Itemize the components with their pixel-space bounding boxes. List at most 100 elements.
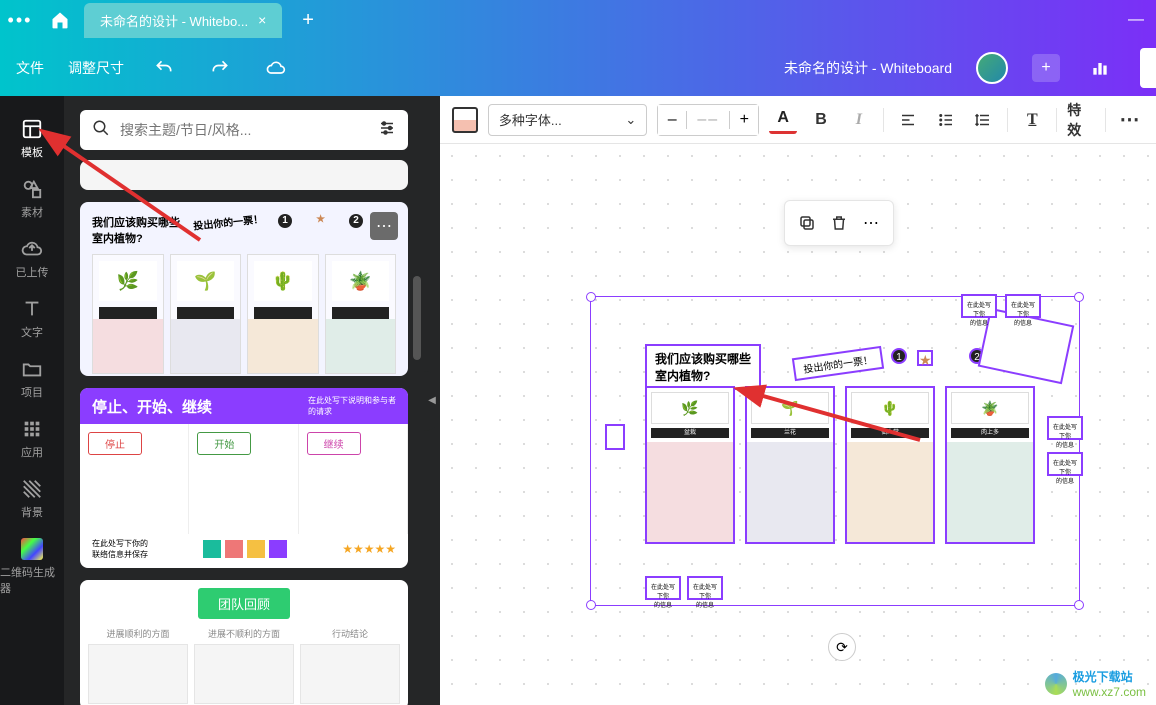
sticky-note[interactable]: 在此处写下你 的信息 — [645, 576, 681, 600]
resize-handle[interactable] — [1074, 600, 1084, 610]
sticky-note[interactable]: 在此处写下你 的信息 — [1047, 416, 1083, 440]
minimize-button[interactable]: — — [1116, 11, 1156, 29]
color-swatch[interactable] — [452, 107, 478, 133]
rail-label: 背景 — [21, 504, 43, 520]
sticky-note[interactable]: 在此处写下你 的信息 — [961, 294, 997, 318]
star-icon[interactable]: ★ — [917, 350, 933, 366]
file-menu[interactable]: 文件 — [16, 58, 44, 78]
close-tab-icon[interactable]: × — [258, 12, 266, 28]
font-size-value[interactable]: –– — [686, 111, 730, 129]
more-icon[interactable]: ⋯ — [857, 209, 885, 237]
chevron-down-icon: ⌄ — [625, 112, 636, 128]
rail-templates[interactable]: 模板 — [0, 108, 64, 168]
text-color-icon[interactable]: A — [769, 106, 797, 134]
canvas-card[interactable]: 🌱兰花 — [745, 386, 835, 544]
canvas-element[interactable] — [605, 424, 625, 450]
effects-button[interactable]: 特效 — [1067, 106, 1095, 134]
sticky-note[interactable]: 在此处写下你 的信息 — [1047, 452, 1083, 476]
templates-panel: 我们应该购买哪些 室内植物? 投出你的一票！ 1 ★ 2 ★ 🌿 🌱 🌵 🪴 ⋯ — [64, 96, 424, 705]
bold-icon[interactable]: B — [807, 106, 835, 134]
canvas-card[interactable]: 🌵仙人掌 — [845, 386, 935, 544]
rail-apps[interactable]: 应用 — [0, 408, 64, 468]
sticky-note[interactable]: 在此处写下你 的信息 — [1005, 294, 1041, 318]
context-toolbar: 多种字体... ⌄ – –– + A B I T̲ 特效 ⋯ — [440, 96, 1156, 144]
italic-icon[interactable]: I — [845, 106, 873, 134]
more-icon[interactable]: ⋯ — [1116, 106, 1144, 134]
rail-uploads[interactable]: 已上传 — [0, 228, 64, 288]
document-tab[interactable]: 未命名的设计 - Whitebo... × — [84, 3, 282, 38]
cloud-sync-icon[interactable] — [260, 52, 292, 84]
avatar[interactable] — [976, 52, 1008, 84]
font-select[interactable]: 多种字体... ⌄ — [488, 104, 647, 136]
rail-text[interactable]: 文字 — [0, 288, 64, 348]
chip: 开始 — [197, 432, 251, 455]
tpl3-foot: 在此处写下你的 联络信息并保存 — [92, 538, 148, 560]
increase-button[interactable]: + — [730, 105, 758, 135]
num-badge: 1 — [278, 214, 292, 228]
rail-label: 模板 — [21, 144, 43, 160]
decrease-button[interactable]: – — [658, 105, 686, 135]
filter-icon[interactable] — [378, 119, 396, 142]
template-item[interactable]: 我们应该购买哪些 室内植物? 投出你的一票！ 1 ★ 2 ★ 🌿 🌱 🌵 🪴 ⋯ — [80, 202, 408, 376]
redo-icon[interactable] — [204, 52, 236, 84]
scrollbar-thumb[interactable] — [413, 276, 421, 360]
sync-icon[interactable]: ⟳ — [828, 633, 856, 661]
stars-icon: ★★★★★ — [342, 542, 396, 556]
document-title[interactable]: 未命名的设计 - Whiteboard — [784, 58, 952, 78]
rail-label: 已上传 — [16, 264, 49, 280]
num-badge: 2 — [349, 214, 363, 228]
resize-handle[interactable] — [1074, 292, 1084, 302]
menu-dots-icon[interactable]: ••• — [0, 0, 40, 40]
add-user-button[interactable]: + — [1032, 54, 1060, 82]
template-item[interactable]: 停止、开始、继续 在此处写下说明和参与者 的请求 停止 开始 继续 在此处写下你… — [80, 388, 408, 568]
resize-menu[interactable]: 调整尺寸 — [68, 58, 124, 78]
canvas-card[interactable]: 🪴肉上多 — [945, 386, 1035, 544]
canvas-vote[interactable]: 投出你的一票！ — [792, 346, 884, 381]
logo-icon — [1045, 673, 1067, 695]
resize-handle[interactable] — [586, 292, 596, 302]
chart-icon[interactable] — [1084, 52, 1116, 84]
star-icon: ★ — [316, 214, 325, 246]
whiteboard-canvas[interactable]: ⋯ 我们应该购买哪些 室内植物? 投出你的一票！ 1 ★ 2 ★ 🌿盆栽 — [440, 144, 1156, 705]
tab-label: 未命名的设计 - Whitebo... — [100, 11, 248, 30]
canvas-card[interactable]: 🌿盆栽 — [645, 386, 735, 544]
publish-button[interactable] — [1140, 48, 1156, 88]
whiteboard-content[interactable]: 我们应该购买哪些 室内植物? 投出你的一票！ 1 ★ 2 ★ 🌿盆栽 🌱兰花 🌵… — [635, 334, 1085, 564]
collapse-handle[interactable]: ◀ — [424, 371, 440, 431]
home-icon[interactable] — [40, 0, 80, 40]
titlebar: ••• 未命名的设计 - Whitebo... × + — — [0, 0, 1156, 40]
tpl3-title: 停止、开始、继续 — [92, 396, 212, 417]
template-item[interactable]: 团队回顾 进展顺利的方面 进展不顺利的方面 行动结论 — [80, 580, 408, 705]
tpl3-sub: 在此处写下说明和参与者 的请求 — [308, 395, 396, 417]
rail-label: 项目 — [21, 384, 43, 400]
font-size-stepper: – –– + — [657, 104, 759, 136]
rail-qrcode[interactable]: 二维码生成器 — [0, 528, 64, 604]
panel-collapse: ◀ — [424, 96, 440, 705]
watermark: 极光下载站 www.xz7.com — [1045, 668, 1146, 699]
text-style-icon[interactable]: T̲ — [1018, 106, 1046, 134]
search-icon — [92, 119, 110, 142]
rail-label: 应用 — [21, 444, 43, 460]
rail-background[interactable]: 背景 — [0, 468, 64, 528]
template-list[interactable]: 我们应该购买哪些 室内植物? 投出你的一票！ 1 ★ 2 ★ 🌿 🌱 🌵 🪴 ⋯ — [64, 160, 424, 705]
search-input[interactable] — [120, 122, 368, 138]
undo-icon[interactable] — [148, 52, 180, 84]
floating-toolbar: ⋯ — [784, 200, 894, 246]
rail-elements[interactable]: 素材 — [0, 168, 64, 228]
template-more-icon[interactable]: ⋯ — [370, 212, 398, 240]
align-icon[interactable] — [894, 106, 922, 134]
chip: 停止 — [88, 432, 142, 455]
spacing-icon[interactable] — [970, 106, 998, 134]
sticky-note[interactable]: 在此处写下你 的信息 — [687, 576, 723, 600]
canvas-area: 多种字体... ⌄ – –– + A B I T̲ 特效 ⋯ — [440, 96, 1156, 705]
canvas-title[interactable]: 我们应该购买哪些 室内植物? — [645, 344, 761, 390]
duplicate-icon[interactable] — [793, 209, 821, 237]
rail-label: 素材 — [21, 204, 43, 220]
delete-icon[interactable] — [825, 209, 853, 237]
rail-projects[interactable]: 项目 — [0, 348, 64, 408]
resize-handle[interactable] — [586, 600, 596, 610]
new-tab-button[interactable]: + — [302, 9, 314, 32]
template-item[interactable] — [80, 160, 408, 190]
list-icon[interactable] — [932, 106, 960, 134]
num-badge[interactable]: 1 — [891, 348, 907, 364]
